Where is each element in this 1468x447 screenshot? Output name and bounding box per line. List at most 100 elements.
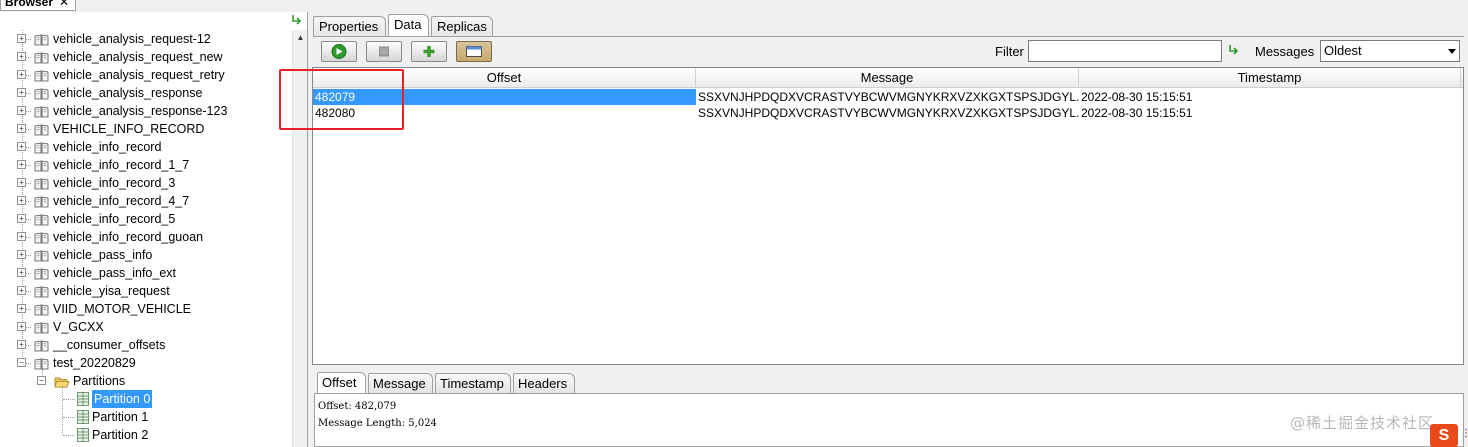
tree-item[interactable]: + vehicle_info_record <box>0 138 292 156</box>
tree-item[interactable]: + VEHICLE_INFO_RECORD <box>0 120 292 138</box>
detail-offset-line: Offset: 482,079 <box>318 401 397 412</box>
run-button[interactable] <box>321 41 357 62</box>
tree-item[interactable]: + vehicle_info_record_5 <box>0 210 292 228</box>
tree-item[interactable]: + VIID_MOTOR_VEHICLE <box>0 300 292 318</box>
cell-offset[interactable]: 482080 <box>313 105 696 121</box>
partition-icon <box>77 410 89 424</box>
scroll-up-icon[interactable]: ▲ <box>293 30 308 45</box>
tab-detail-offset-label: Offset <box>322 375 357 390</box>
topic-icon <box>34 159 49 172</box>
tab-data[interactable]: Data <box>388 14 429 36</box>
filter-label: Filter <box>995 44 1024 59</box>
tree-item[interactable]: + vehicle_analysis_request_retry <box>0 66 292 84</box>
expand-icon[interactable]: + <box>17 322 26 331</box>
tree-item[interactable]: + vehicle_info_record_guoan <box>0 228 292 246</box>
tree-scrollbar[interactable]: ▲ <box>292 30 307 447</box>
expand-icon[interactable]: + <box>17 214 26 223</box>
tree-item[interactable]: + vehicle_analysis_response <box>0 84 292 102</box>
cell-offset[interactable]: 482079 <box>313 89 696 105</box>
view-toggle-button[interactable] <box>456 41 492 62</box>
tree-item[interactable]: + vehicle_pass_info_ext <box>0 264 292 282</box>
stop-button[interactable] <box>366 41 402 62</box>
table-row[interactable]: 482079 SSXVNJHPDQDXVCRASTVYBCWVMGNYKRXVZ… <box>313 89 1463 105</box>
tab-detail-headers[interactable]: Headers <box>513 373 575 393</box>
topic-icon <box>34 249 49 262</box>
expand-icon[interactable]: + <box>17 196 26 205</box>
expand-icon[interactable]: + <box>17 52 26 61</box>
cell-message[interactable]: SSXVNJHPDQDXVCRASTVYBCWVMGNYKRXVZXKGXTSP… <box>696 105 1079 121</box>
tree-item-label: vehicle_pass_info <box>53 248 153 262</box>
ime-menu-icon[interactable]: ⋮ <box>1461 428 1468 439</box>
topic-icon <box>34 321 49 334</box>
collapse-icon[interactable]: − <box>37 376 46 385</box>
tree-item[interactable]: + vehicle_info_record_1_7 <box>0 156 292 174</box>
tab-detail-timestamp[interactable]: Timestamp <box>435 373 511 393</box>
collapse-arrow-icon[interactable] <box>290 13 304 27</box>
expand-icon[interactable]: + <box>17 70 26 79</box>
tree-item[interactable]: + vehicle_info_record_3 <box>0 174 292 192</box>
tab-detail-message[interactable]: Message <box>368 373 433 393</box>
messages-table: Offset Message Timestamp 482079 SSXVNJHP… <box>312 67 1464 365</box>
topic-icon <box>34 285 49 298</box>
tab-strip-divider <box>313 36 1464 37</box>
tree-item-label: __consumer_offsets <box>53 338 166 352</box>
tree-item[interactable]: + vehicle_info_record_4_7 <box>0 192 292 210</box>
collapse-icon[interactable]: − <box>17 358 26 367</box>
cell-timestamp[interactable]: 2022-08-30 15:15:51 <box>1079 105 1461 121</box>
cell-message[interactable]: SSXVNJHPDQDXVCRASTVYBCWVMGNYKRXVZXKGXTSP… <box>696 89 1079 105</box>
add-message-button[interactable] <box>411 41 447 62</box>
tree-item[interactable]: + vehicle_pass_info <box>0 246 292 264</box>
partition-icon <box>77 392 89 406</box>
topic-icon <box>34 339 49 352</box>
expand-icon[interactable]: + <box>17 250 26 259</box>
ime-badge[interactable]: S <box>1430 424 1458 447</box>
topic-icon <box>34 87 49 100</box>
expand-icon[interactable]: + <box>17 142 26 151</box>
detail-length-line: Message Length: 5,024 <box>318 418 437 429</box>
tree-item[interactable]: + __consumer_offsets <box>0 336 292 354</box>
expand-icon[interactable]: + <box>17 304 26 313</box>
expand-icon[interactable]: + <box>17 340 26 349</box>
tree-item[interactable]: Partition 2 <box>0 426 292 444</box>
tab-detail-offset[interactable]: Offset <box>317 372 366 393</box>
tree-item[interactable]: − Partitions <box>0 372 292 390</box>
topic-icon <box>34 213 49 226</box>
tree-item-label: vehicle_info_record_guoan <box>53 230 204 244</box>
tree-item[interactable]: − test_20220829 <box>0 354 292 372</box>
column-header-timestamp[interactable]: Timestamp <box>1079 68 1461 88</box>
tree-item[interactable]: + vehicle_analysis_response-123 <box>0 102 292 120</box>
filter-input[interactable] <box>1028 40 1222 62</box>
expand-icon[interactable]: + <box>17 286 26 295</box>
cell-timestamp[interactable]: 2022-08-30 15:15:51 <box>1079 89 1461 105</box>
tree-item[interactable]: Partition 0 <box>0 390 292 408</box>
tree-item[interactable]: + vehicle_analysis_request_new <box>0 48 292 66</box>
expand-icon[interactable]: + <box>17 106 26 115</box>
expand-icon[interactable]: + <box>17 34 26 43</box>
tree-item-label: vehicle_info_record_3 <box>53 176 176 190</box>
tab-detail-message-label: Message <box>373 376 426 391</box>
tab-replicas[interactable]: Replicas <box>431 16 493 37</box>
folder-icon <box>54 375 70 388</box>
column-header-offset[interactable]: Offset <box>313 68 696 88</box>
partition-icon <box>77 428 89 442</box>
tab-replicas-label: Replicas <box>437 19 487 34</box>
expand-icon[interactable]: + <box>17 178 26 187</box>
browser-tab[interactable]: Browser ✕ <box>0 0 77 11</box>
expand-icon[interactable]: + <box>17 268 26 277</box>
expand-icon[interactable]: + <box>17 160 26 169</box>
column-header-message[interactable]: Message <box>696 68 1079 88</box>
tree-item[interactable]: + vehicle_yisa_request <box>0 282 292 300</box>
messages-select[interactable]: Oldest <box>1320 40 1460 62</box>
tree-item[interactable]: + V_GCXX <box>0 318 292 336</box>
panel-splitter[interactable] <box>309 364 1468 370</box>
apply-filter-icon[interactable] <box>1227 43 1241 57</box>
expand-icon[interactable]: + <box>17 124 26 133</box>
table-row[interactable]: 482080 SSXVNJHPDQDXVCRASTVYBCWVMGNYKRXVZ… <box>313 105 1463 121</box>
window-icon <box>466 46 482 57</box>
tab-properties[interactable]: Properties <box>313 16 386 37</box>
expand-icon[interactable]: + <box>17 88 26 97</box>
tree-item[interactable]: Partition 1 <box>0 408 292 426</box>
expand-icon[interactable]: + <box>17 232 26 241</box>
close-icon[interactable]: ✕ <box>59 0 69 9</box>
tree-item[interactable]: + vehicle_analysis_request-12 <box>0 30 292 48</box>
